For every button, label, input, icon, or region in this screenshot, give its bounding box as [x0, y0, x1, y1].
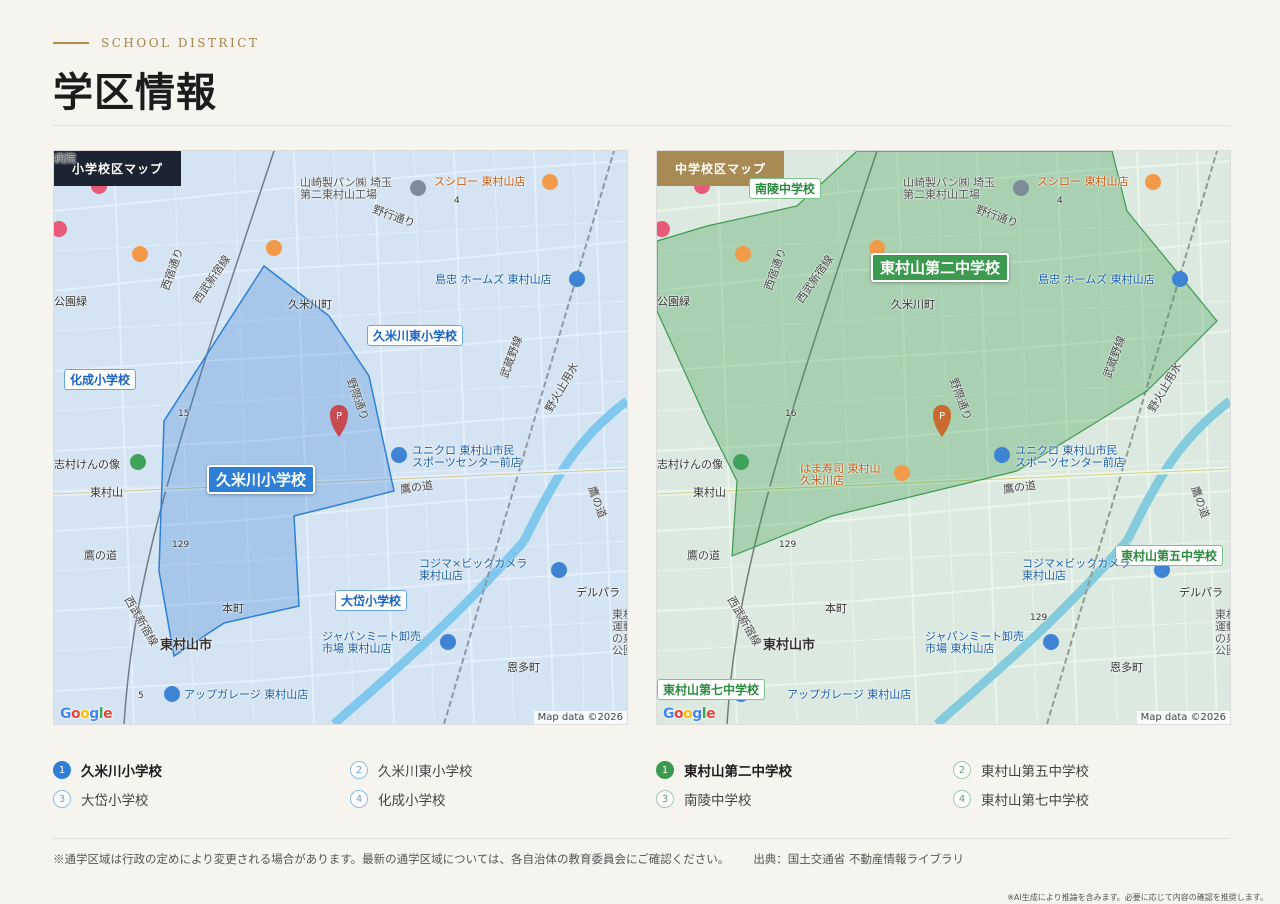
legend-label: 化成小学校 — [378, 793, 446, 809]
route-129-label-r: 129 — [779, 540, 797, 550]
section-eyebrow: SCHOOL DISTRICT — [53, 36, 259, 50]
svg-text:P: P — [336, 411, 342, 422]
poi-sushiro-label: スシロー 東村山店 — [434, 175, 526, 188]
legend-item-4: 4 東村山第七中学校 — [953, 789, 1089, 809]
eyebrow-line — [53, 42, 89, 44]
svg-text:P: P — [939, 411, 945, 422]
legend-number-4: 4 — [350, 790, 368, 808]
legend-number-3: 3 — [53, 790, 71, 808]
google-logo-r: Google — [663, 706, 716, 722]
school-label-higashimurayama-5[interactable]: 東村山第五中学校 — [1115, 545, 1224, 566]
route-129-label-r2: 129 — [1030, 613, 1048, 623]
header-divider — [53, 125, 1230, 126]
place-higashimurayama-city: 東村山市 — [160, 638, 213, 653]
poi-kojima-label: コジマ×ビックカメラ 東村山店 — [419, 557, 528, 582]
place-kumegawa-town-r: 久米川町 — [891, 298, 935, 311]
school-label-kumegawa-higashi[interactable]: 久米川東小学校 — [367, 325, 464, 346]
poi-upgarage-label-r: アップガレージ 東村山店 — [787, 688, 912, 701]
station-higashimurayama: 東村山 — [90, 486, 123, 499]
route-129-label: 129 — [172, 540, 190, 550]
place-onta-r: 恩多町 — [1110, 661, 1143, 674]
poi-uniqlo-label-r: ユニクロ 東村山市民 スポーツセンター前店 — [1015, 444, 1125, 469]
footer-divider — [53, 838, 1230, 839]
landmark-shimura-ken-r: 志村けんの像 — [657, 458, 723, 471]
station-higashimurayama-r: 東村山 — [693, 486, 726, 499]
legend-item-2: 2 東村山第五中学校 — [953, 760, 1089, 780]
legend-number-3: 3 — [656, 790, 674, 808]
place-hospital-edge: 病院 — [54, 152, 76, 165]
poi-bakery-label-r: 山崎製パン㈱ 埼玉 第二東村山工場 — [903, 176, 996, 201]
legend-number-1: 1 — [656, 761, 674, 779]
school-label-kasei[interactable]: 化成小学校 — [64, 369, 137, 390]
map-attribution-r: Map data ©2026 — [1136, 711, 1230, 724]
legend-label: 久米川小学校 — [81, 764, 162, 780]
place-derupara-r: デルパラ — [1179, 586, 1223, 599]
landmark-shimura-ken: 志村けんの像 — [54, 458, 120, 471]
poi-japanmeat-label-r: ジャパンミート卸売 市場 東村山店 — [925, 630, 1024, 655]
poi-kojima-label-r: コジマ×ビックカメラ 東村山店 — [1022, 557, 1131, 582]
legend-item-2: 2 久米川東小学校 — [350, 760, 473, 780]
route-16-label: 16 — [785, 409, 797, 419]
place-honmachi: 本町 — [222, 602, 244, 615]
legend-number-2: 2 — [350, 761, 368, 779]
legend-label: 東村山第七中学校 — [981, 793, 1089, 809]
google-logo: Google — [60, 706, 113, 722]
school-label-onta[interactable]: 大岱小学校 — [335, 590, 408, 611]
middle-district-map[interactable]: P 中学校区マップ 東村山第二中学校 南陵中学校 東村山第五中学校 東村山第七中… — [656, 150, 1231, 725]
place-derupara: デルパラ — [576, 586, 620, 599]
legend-label: 久米川東小学校 — [378, 764, 473, 780]
route-4-label: 4 — [454, 196, 460, 206]
route-4-label-r: 4 — [1057, 196, 1063, 206]
route-15-label: 15 — [178, 409, 190, 419]
legend-number-4: 4 — [953, 790, 971, 808]
legend-item-1: 1 久米川小学校 — [53, 760, 162, 780]
poi-japanmeat-label: ジャパンミート卸売 市場 東村山店 — [322, 630, 421, 655]
source-text: 出典：国土交通省 不動産情報ライブラリ — [753, 852, 964, 866]
poi-shimachu-label: 島忠 ホームズ 東村山店 — [435, 273, 552, 286]
legend-number-2: 2 — [953, 761, 971, 779]
primary-school-label[interactable]: 久米川小学校 — [207, 465, 316, 494]
place-onta: 恩多町 — [507, 661, 540, 674]
place-higashimurayama-city-r: 東村山市 — [763, 638, 816, 653]
place-honmachi-r: 本町 — [825, 602, 847, 615]
poi-shimachu-label-r: 島忠 ホームズ 東村山店 — [1038, 273, 1155, 286]
legend-label: 東村山第五中学校 — [981, 764, 1089, 780]
page-header: SCHOOL DISTRICT 学区情報 — [53, 36, 259, 118]
route-5-label: 5 — [138, 691, 144, 701]
poi-uniqlo-label: ユニクロ 東村山市民 スポーツセンター前店 — [412, 444, 522, 469]
legend-label: 南陵中学校 — [684, 793, 752, 809]
road-takanomichi-2: 鷹の道 — [84, 549, 117, 562]
legend-item-3: 3 南陵中学校 — [656, 789, 752, 809]
poi-bakery-label: 山崎製パン㈱ 埼玉 第二東村山工場 — [300, 176, 393, 201]
primary-school-label-middle[interactable]: 東村山第二中学校 — [871, 253, 1010, 282]
place-higashi-edge: 東村 運動 の泉 公園 — [612, 608, 627, 657]
poi-sushiro-label-r: スシロー 東村山店 — [1037, 175, 1129, 188]
place-kumegawa-town: 久米川町 — [288, 298, 332, 311]
map-attribution: Map data ©2026 — [533, 711, 627, 724]
footer-note: ※通学区域は行政の定めにより変更される場合があります。最新の通学区域については、… — [53, 851, 964, 867]
school-label-higashimurayama-7[interactable]: 東村山第七中学校 — [657, 679, 766, 700]
place-park-edge-r: 公園緑 — [657, 295, 690, 308]
road-takanomichi-2-r: 鷹の道 — [687, 549, 720, 562]
place-park-edge: 公園緑 — [54, 295, 87, 308]
school-label-nanryo[interactable]: 南陵中学校 — [749, 178, 822, 199]
legend-number-1: 1 — [53, 761, 71, 779]
legend-label: 大岱小学校 — [81, 793, 149, 809]
poi-hamazushi-label: はま寿司 東村山 久米川店 — [800, 462, 881, 487]
elementary-district-map[interactable]: P 小学校区マップ 久米川小学校 久米川東小学校 化成小学校 大岱小学校 山崎製… — [53, 150, 628, 725]
eyebrow-text: SCHOOL DISTRICT — [101, 36, 260, 50]
legend-item-3: 3 大岱小学校 — [53, 789, 149, 809]
legend-label: 東村山第二中学校 — [684, 764, 792, 780]
page-title: 学区情報 — [53, 69, 217, 116]
legend-item-4: 4 化成小学校 — [350, 789, 446, 809]
place-higashi-edge-r: 東村 運動 の泉 公園 — [1215, 608, 1230, 657]
ai-footnote: ※AI生成により推論を含みます。必要に応じて内容の確認を推奨します。 — [1007, 893, 1268, 902]
disclaimer-text: ※通学区域は行政の定めにより変更される場合があります。最新の通学区域については、… — [53, 852, 730, 866]
poi-upgarage-label: アップガレージ 東村山店 — [184, 688, 309, 701]
legend-item-1: 1 東村山第二中学校 — [656, 760, 792, 780]
